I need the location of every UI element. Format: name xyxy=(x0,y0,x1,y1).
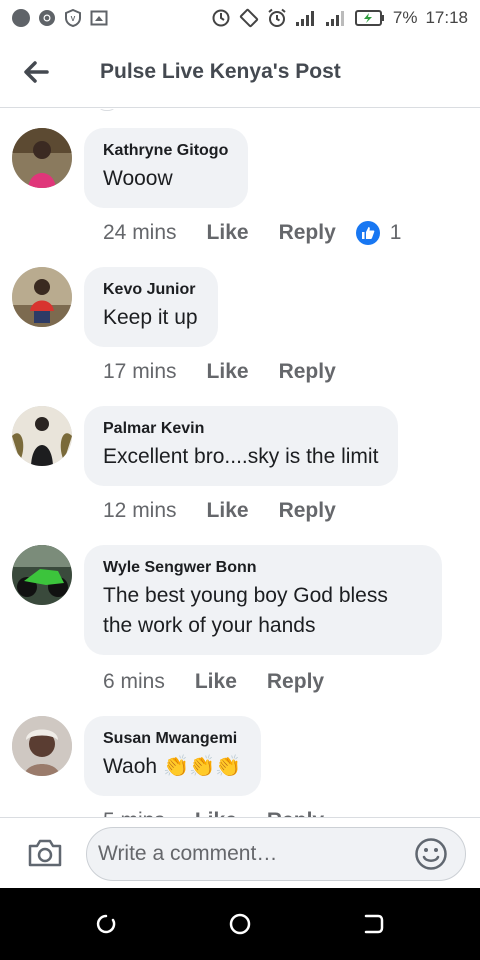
comment-composer xyxy=(0,817,480,888)
comment-bubble[interactable]: Kathryne Gitogo Wooow xyxy=(84,128,249,208)
clapping-hands-emoji: 👏👏👏 xyxy=(162,755,242,778)
comment-input[interactable] xyxy=(86,827,466,881)
chrome-icon xyxy=(38,9,56,27)
comment-actions: 6 mins Like Reply xyxy=(103,667,324,697)
previous-comment-stub xyxy=(96,109,118,111)
app-header: Pulse Live Kenya's Post xyxy=(0,36,480,108)
comment-author[interactable]: Susan Mwangemi xyxy=(103,728,241,750)
home-icon xyxy=(229,913,251,935)
comment-text: The best young boy God bless the work of… xyxy=(103,584,388,637)
comment-text: Wooow xyxy=(103,167,173,190)
thumbs-up-icon xyxy=(355,221,380,245)
comment-bubble[interactable]: Susan Mwangemi Waoh 👏👏👏 xyxy=(84,716,262,796)
reaction-count: 1 xyxy=(389,221,402,244)
like-button[interactable]: Like xyxy=(207,221,249,245)
clock-time: 17:18 xyxy=(425,8,468,27)
comment-time[interactable]: 17 mins xyxy=(103,360,177,384)
comment-actions: 5 mins Like Reply xyxy=(103,806,324,817)
comment-author[interactable]: Palmar Kevin xyxy=(103,418,378,440)
status-left-icons: V xyxy=(12,9,108,27)
reaction-summary[interactable]: 1 xyxy=(355,221,402,245)
recent-apps-button[interactable] xyxy=(94,912,118,936)
comment-time[interactable]: 24 mins xyxy=(103,221,177,245)
battery-percent: 7% xyxy=(392,8,418,27)
reply-button[interactable]: Reply xyxy=(279,221,336,245)
avatar[interactable] xyxy=(12,406,72,466)
status-right-icons: 7% 17:18 xyxy=(211,8,468,28)
screenshot-icon xyxy=(90,9,108,27)
signal-icon xyxy=(295,9,317,27)
like-button[interactable]: Like xyxy=(207,499,249,523)
system-navigation-bar xyxy=(0,888,480,960)
avatar[interactable] xyxy=(12,128,72,188)
comment-author[interactable]: Kevo Junior xyxy=(103,279,198,301)
rotate-icon xyxy=(239,8,259,28)
page-title: Pulse Live Kenya's Post xyxy=(100,59,341,83)
camera-button[interactable] xyxy=(27,837,63,869)
comment-text: Excellent bro....sky is the limit xyxy=(103,445,379,468)
smiley-icon xyxy=(415,838,447,870)
comment-time[interactable]: 5 mins xyxy=(103,809,165,817)
alarm-off-icon xyxy=(211,8,231,28)
emoji-button[interactable] xyxy=(414,837,448,871)
comment-bubble[interactable]: Kevo Junior Keep it up xyxy=(84,267,218,347)
comment-bubble[interactable]: Palmar Kevin Excellent bro....sky is the… xyxy=(84,406,399,486)
comment-text: Keep it up xyxy=(103,306,198,329)
reply-button[interactable]: Reply xyxy=(267,809,324,817)
reply-button[interactable]: Reply xyxy=(267,670,324,694)
recent-apps-icon xyxy=(96,914,116,934)
like-button[interactable]: Like xyxy=(195,670,237,694)
comment-time[interactable]: 12 mins xyxy=(103,499,177,523)
comment-actions: 12 mins Like Reply xyxy=(103,496,336,526)
status-bar: V 7% 17:18 xyxy=(0,0,480,36)
reply-button[interactable]: Reply xyxy=(279,360,336,384)
comment-author[interactable]: Kathryne Gitogo xyxy=(103,140,228,162)
comment-text: Waoh 👏👏👏 xyxy=(103,752,241,782)
comment-author[interactable]: Wyle Sengwer Bonn xyxy=(103,557,422,579)
shield-icon: V xyxy=(64,9,82,27)
back-nav-button[interactable] xyxy=(362,912,386,936)
comment-actions: 17 mins Like Reply xyxy=(103,357,336,387)
signal-icon xyxy=(325,9,347,27)
comments-list: Kathryne Gitogo Wooow 24 mins Like Reply… xyxy=(0,109,480,817)
avatar[interactable] xyxy=(12,545,72,605)
chat-head-icon xyxy=(12,9,30,27)
alarm-icon xyxy=(267,8,287,28)
back-nav-icon xyxy=(364,914,384,934)
home-button[interactable] xyxy=(228,912,252,936)
avatar[interactable] xyxy=(12,267,72,327)
like-button[interactable]: Like xyxy=(195,809,237,817)
camera-icon xyxy=(28,839,62,867)
comment-time[interactable]: 6 mins xyxy=(103,670,165,694)
comment-text-body: Waoh xyxy=(103,755,158,778)
svg-text:V: V xyxy=(71,16,76,23)
back-arrow-icon xyxy=(24,60,49,83)
like-button[interactable]: Like xyxy=(207,360,249,384)
reply-button[interactable]: Reply xyxy=(279,499,336,523)
battery-charging-icon xyxy=(354,10,385,26)
comment-actions: 24 mins Like Reply 1 xyxy=(103,218,401,248)
comment-bubble[interactable]: Wyle Sengwer Bonn The best young boy God… xyxy=(84,545,442,655)
back-button[interactable] xyxy=(0,36,72,108)
avatar[interactable] xyxy=(12,716,72,776)
